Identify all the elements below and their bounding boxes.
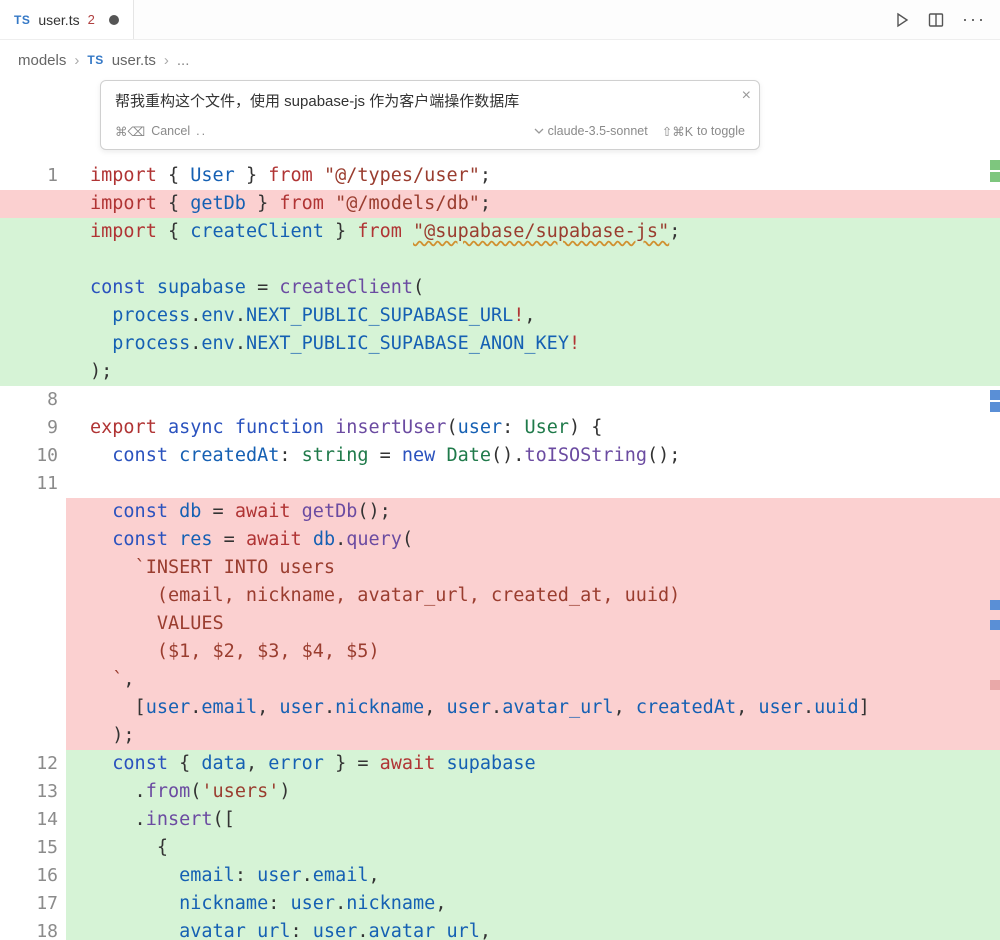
ts-lang-chip: TS bbox=[87, 53, 103, 67]
minimap-mark[interactable] bbox=[990, 390, 1000, 400]
toggle-hint: ⇧⌘K to toggle bbox=[662, 124, 745, 139]
code-line[interactable]: const supabase = createClient( bbox=[0, 274, 1000, 302]
line-number: 14 bbox=[0, 806, 66, 834]
code-line[interactable]: .insert([ bbox=[66, 806, 1000, 834]
code-line[interactable]: ($1, $2, $3, $4, $5) bbox=[66, 638, 1000, 666]
minimap-mark[interactable] bbox=[990, 680, 1000, 690]
line-number bbox=[0, 666, 66, 694]
minimap-mark[interactable] bbox=[990, 172, 1000, 182]
line-number: 9 bbox=[0, 414, 66, 442]
line-number: 12 bbox=[0, 750, 66, 778]
code-line[interactable]: ); bbox=[0, 358, 1000, 386]
line-number bbox=[0, 694, 66, 722]
breadcrumb-sep-icon: › bbox=[74, 52, 79, 69]
cancel-button[interactable]: Cancel bbox=[151, 124, 190, 138]
code-line[interactable]: `INSERT INTO users bbox=[66, 554, 1000, 582]
model-name: claude-3.5-sonnet bbox=[548, 124, 648, 138]
close-icon[interactable]: × bbox=[742, 87, 751, 105]
line-number bbox=[0, 610, 66, 638]
code-line[interactable]: const res = await db.query( bbox=[66, 526, 1000, 554]
tab-filename: user.ts bbox=[38, 12, 79, 28]
code-line[interactable]: const createdAt: string = new Date().toI… bbox=[66, 442, 1000, 470]
breadcrumb-folder[interactable]: models bbox=[18, 52, 66, 69]
code-line[interactable]: import { User } from "@/types/user"; bbox=[0, 162, 1000, 190]
line-number: 10 bbox=[0, 442, 66, 470]
chevron-down-icon bbox=[534, 126, 544, 136]
line-number bbox=[0, 722, 66, 750]
more-actions-icon[interactable]: ··· bbox=[962, 9, 986, 30]
breadcrumb-sep-icon: › bbox=[164, 52, 169, 69]
code-line[interactable]: { bbox=[66, 834, 1000, 862]
code-editor[interactable]: 123456789101112131415161718 import { Use… bbox=[0, 80, 1000, 940]
minimap-mark[interactable] bbox=[990, 402, 1000, 412]
tab-problem-count: 2 bbox=[88, 12, 95, 27]
code-line[interactable]: process.env.NEXT_PUBLIC_SUPABASE_ANON_KE… bbox=[0, 330, 1000, 358]
minimap-mark[interactable] bbox=[990, 160, 1000, 170]
code-line[interactable]: ); bbox=[66, 722, 1000, 750]
tab-bar: TS user.ts 2 ··· bbox=[0, 0, 1000, 40]
model-picker[interactable]: claude-3.5-sonnet bbox=[534, 124, 648, 138]
breadcrumb-symbol[interactable]: ... bbox=[177, 52, 190, 69]
code-line[interactable]: VALUES bbox=[66, 610, 1000, 638]
line-number: 15 bbox=[0, 834, 66, 862]
line-number: 8 bbox=[0, 386, 66, 414]
ts-lang-chip: TS bbox=[14, 13, 30, 27]
prompt-input[interactable]: 帮我重构这个文件，使用 supabase-js 作为客户端操作数据库 bbox=[115, 91, 745, 114]
line-number: 13 bbox=[0, 778, 66, 806]
code-line[interactable]: `, bbox=[66, 666, 1000, 694]
code-line[interactable]: email: user.email, bbox=[66, 862, 1000, 890]
line-number bbox=[0, 582, 66, 610]
code-line[interactable]: process.env.NEXT_PUBLIC_SUPABASE_URL!, bbox=[0, 302, 1000, 330]
code-line[interactable]: (email, nickname, avatar_url, created_at… bbox=[66, 582, 1000, 610]
line-number: 17 bbox=[0, 890, 66, 918]
code-line[interactable]: import { getDb } from "@/models/db"; bbox=[0, 190, 1000, 218]
line-number bbox=[0, 526, 66, 554]
more-dots-icon[interactable]: .. bbox=[196, 124, 207, 138]
tab-user-ts[interactable]: TS user.ts 2 bbox=[0, 0, 134, 39]
code-line[interactable] bbox=[0, 246, 1000, 274]
code-line[interactable]: const { data, error } = await supabase bbox=[66, 750, 1000, 778]
code-line[interactable]: import { createClient } from "@supabase/… bbox=[0, 218, 1000, 246]
breadcrumb-file[interactable]: user.ts bbox=[112, 52, 156, 69]
code-line[interactable] bbox=[66, 470, 1000, 498]
line-number: 11 bbox=[0, 470, 66, 498]
code-line[interactable]: const db = await getDb(); bbox=[66, 498, 1000, 526]
line-number bbox=[0, 554, 66, 582]
line-number: 18 bbox=[0, 918, 66, 940]
code-line[interactable]: .from('users') bbox=[66, 778, 1000, 806]
code-area[interactable]: import { User } from "@/types/user";impo… bbox=[66, 80, 1000, 940]
run-icon[interactable] bbox=[894, 12, 910, 28]
minimap-mark[interactable] bbox=[990, 620, 1000, 630]
line-number bbox=[0, 498, 66, 526]
code-line[interactable] bbox=[66, 386, 1000, 414]
code-line[interactable]: export async function insertUser(user: U… bbox=[66, 414, 1000, 442]
minimap-mark[interactable] bbox=[990, 600, 1000, 610]
inline-chat-prompt: × 帮我重构这个文件，使用 supabase-js 作为客户端操作数据库 ⌘⌫ … bbox=[100, 80, 760, 150]
minimap[interactable] bbox=[984, 80, 1000, 940]
code-line[interactable]: [user.email, user.nickname, user.avatar_… bbox=[66, 694, 1000, 722]
code-line[interactable]: nickname: user.nickname, bbox=[66, 890, 1000, 918]
line-number bbox=[0, 638, 66, 666]
cancel-shortcut: ⌘⌫ bbox=[115, 124, 145, 139]
breadcrumb[interactable]: models › TS user.ts › ... bbox=[0, 40, 1000, 80]
line-number: 16 bbox=[0, 862, 66, 890]
split-editor-icon[interactable] bbox=[928, 12, 944, 28]
code-line[interactable]: avatar_url: user.avatar_url, bbox=[66, 918, 1000, 940]
dirty-indicator-icon bbox=[109, 15, 119, 25]
